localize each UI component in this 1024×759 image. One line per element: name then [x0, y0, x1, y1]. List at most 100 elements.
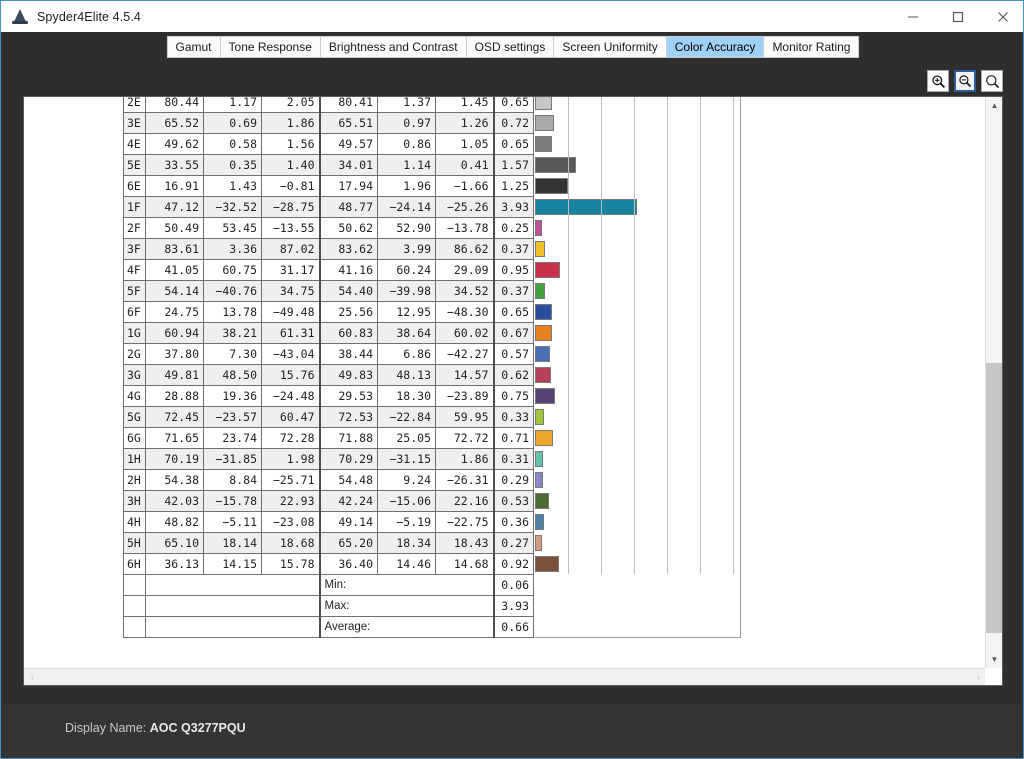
target-value: 48.50 — [204, 365, 262, 386]
target-value: 0.35 — [204, 155, 262, 176]
delta-e-value: 0.37 — [494, 239, 534, 260]
zoom-out-icon[interactable] — [954, 70, 976, 92]
magnifier-icon[interactable] — [981, 70, 1003, 92]
measured-value: 52.90 — [378, 218, 436, 239]
delta-e-value: 0.62 — [494, 365, 534, 386]
target-value: 1.56 — [262, 134, 320, 155]
target-value: 80.44 — [146, 97, 204, 113]
vertical-scrollbar[interactable]: ▲ ▼ — [985, 97, 1002, 668]
tab-tone-response[interactable]: Tone Response — [221, 37, 321, 57]
chart-bar-row — [535, 511, 740, 532]
delta-e-value: 0.67 — [494, 323, 534, 344]
measured-value: 71.88 — [320, 428, 378, 449]
measured-value: 18.34 — [378, 533, 436, 554]
table-row: 6G71.6523.7472.2871.8825.0572.720.71 — [124, 428, 534, 449]
delta-e-value: 0.92 — [494, 554, 534, 575]
target-value: 71.65 — [146, 428, 204, 449]
tab-brightness-and-contrast[interactable]: Brightness and Contrast — [321, 37, 467, 57]
chart-bar-row — [535, 112, 740, 133]
delta-e-value: 0.75 — [494, 386, 534, 407]
measured-value: −26.31 — [436, 470, 494, 491]
table-row: 2H54.388.84−25.7154.489.24−26.310.29 — [124, 470, 534, 491]
target-value: 38.21 — [204, 323, 262, 344]
scroll-left-button[interactable]: ‹ — [24, 669, 41, 686]
measured-value: 12.95 — [378, 302, 436, 323]
measured-value: 0.97 — [378, 113, 436, 134]
patch-label: 6E — [124, 176, 146, 197]
chart-gridline — [568, 97, 569, 637]
table-row: 2E80.441.172.0580.411.371.450.65 — [124, 97, 534, 113]
chart-bar-row — [535, 427, 740, 448]
close-window-button[interactable] — [980, 1, 1024, 32]
chart-bar-row — [535, 469, 740, 490]
patch-label: 5E — [124, 155, 146, 176]
measured-value: 48.13 — [378, 365, 436, 386]
target-value: 1.98 — [262, 449, 320, 470]
chart-bar-row — [535, 322, 740, 343]
table-row: 5G72.45−23.5760.4772.53−22.8459.950.33 — [124, 407, 534, 428]
measured-value: 1.26 — [436, 113, 494, 134]
delta-e-value: 0.71 — [494, 428, 534, 449]
measured-value: 1.86 — [436, 449, 494, 470]
summary-value: 0.66 — [494, 617, 534, 638]
measured-value: 70.29 — [320, 449, 378, 470]
summary-spacer — [146, 575, 320, 596]
scroll-down-button[interactable]: ▼ — [986, 651, 1003, 668]
table-row: 2F50.4953.45−13.5550.6252.90−13.780.25 — [124, 218, 534, 239]
chart-bar — [535, 472, 543, 488]
chart-bar — [535, 556, 559, 572]
minimize-button[interactable] — [890, 1, 935, 32]
measured-value: −22.75 — [436, 512, 494, 533]
measured-value: 86.62 — [436, 239, 494, 260]
chart-bar — [535, 115, 554, 131]
target-value: 60.47 — [262, 407, 320, 428]
table-row: 6E16.911.43−0.8117.941.96−1.661.25 — [124, 176, 534, 197]
measured-value: 1.96 — [378, 176, 436, 197]
patch-label: 5F — [124, 281, 146, 302]
table-row: 6F24.7513.78−49.4825.5612.95−48.300.65 — [124, 302, 534, 323]
tab-gamut[interactable]: Gamut — [168, 37, 221, 57]
footer-bar: Display Name: AOC Q3277PQU Print Close K… — [1, 704, 1024, 759]
tab-osd-settings[interactable]: OSD settings — [467, 37, 555, 57]
chart-gridline — [700, 97, 701, 637]
delta-e-value: 0.65 — [494, 134, 534, 155]
target-value: −13.55 — [262, 218, 320, 239]
chart-bar — [535, 199, 637, 215]
delta-e-value: 0.36 — [494, 512, 534, 533]
target-value: −49.48 — [262, 302, 320, 323]
zoom-in-icon[interactable] — [927, 70, 949, 92]
target-value: 65.10 — [146, 533, 204, 554]
summary-spacer — [146, 617, 320, 638]
target-value: 34.75 — [262, 281, 320, 302]
target-value: 87.02 — [262, 239, 320, 260]
measured-value: −25.26 — [436, 197, 494, 218]
target-value: 49.81 — [146, 365, 204, 386]
target-value: −43.04 — [262, 344, 320, 365]
table-row: 4H48.82−5.11−23.0849.14−5.19−22.750.36 — [124, 512, 534, 533]
table-row: 4E49.620.581.5649.570.861.050.65 — [124, 134, 534, 155]
maximize-button[interactable] — [935, 1, 980, 32]
tab-color-accuracy[interactable]: Color Accuracy — [667, 37, 765, 57]
vertical-scroll-thumb[interactable] — [986, 363, 1003, 633]
table-row: 5E33.550.351.4034.011.140.411.57 — [124, 155, 534, 176]
tab-monitor-rating[interactable]: Monitor Rating — [764, 37, 858, 57]
tab-screen-uniformity[interactable]: Screen Uniformity — [554, 37, 666, 57]
target-value: 14.15 — [204, 554, 262, 575]
chart-bar — [535, 535, 542, 551]
measured-value: 38.44 — [320, 344, 378, 365]
target-value: 23.74 — [204, 428, 262, 449]
patch-label: 2H — [124, 470, 146, 491]
target-value: 33.55 — [146, 155, 204, 176]
horizontal-scrollbar[interactable]: ‹ › — [24, 668, 987, 685]
measured-value: 83.62 — [320, 239, 378, 260]
measured-value: 65.20 — [320, 533, 378, 554]
delta-e-value: 1.25 — [494, 176, 534, 197]
report-viewer[interactable]: 2E80.441.172.0580.411.371.450.653E65.520… — [23, 96, 1003, 686]
patch-label: 6F — [124, 302, 146, 323]
zoom-toolbar — [927, 70, 1003, 92]
scroll-up-button[interactable]: ▲ — [986, 97, 1003, 114]
measured-value: 22.16 — [436, 491, 494, 512]
patch-label: 6G — [124, 428, 146, 449]
horizontal-scroll-thumb[interactable] — [41, 669, 970, 686]
chart-bar — [535, 325, 552, 341]
